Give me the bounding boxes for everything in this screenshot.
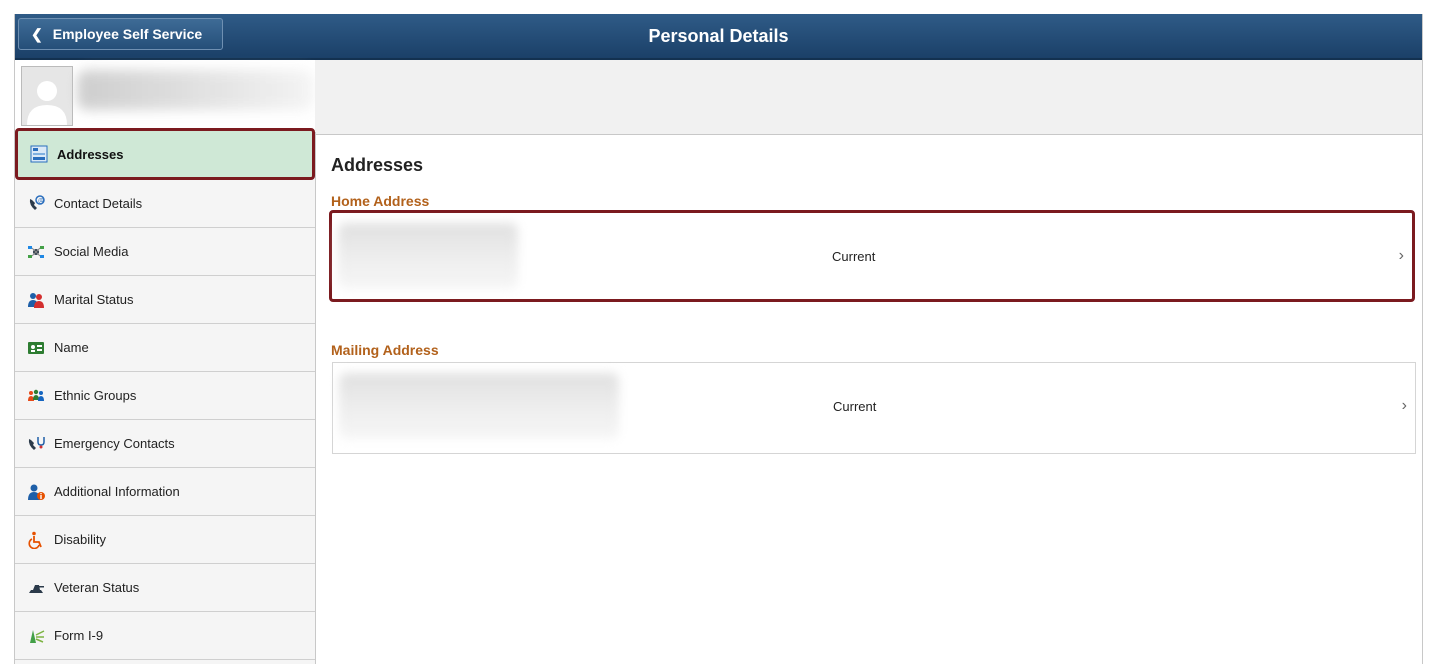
- person-silhouette-icon: [22, 67, 72, 125]
- wheelchair-icon: [26, 530, 46, 550]
- additional-information-icon: [26, 482, 46, 502]
- sidebar-item-label: Marital Status: [54, 292, 134, 307]
- sidebar-item-marital-status[interactable]: Marital Status: [15, 276, 315, 324]
- sidebar-item-label: Social Media: [54, 244, 129, 259]
- svg-text:@: @: [38, 197, 44, 204]
- redacted-employee-name: [77, 70, 313, 110]
- app-frame: Personal Details ❮ Employee Self Service…: [14, 14, 1423, 664]
- contact-details-icon: @: [26, 194, 46, 214]
- sidebar-item-veteran-status[interactable]: Veteran Status: [15, 564, 315, 612]
- sidebar-item-label: Addresses: [57, 146, 124, 162]
- sidebar-item-contact-details[interactable]: @ Contact Details: [15, 180, 315, 228]
- sidebar-item-disability[interactable]: Disability: [15, 516, 315, 564]
- social-media-icon: [26, 242, 46, 262]
- sidebar-item-label: Ethnic Groups: [54, 388, 137, 403]
- name-card-icon: [26, 338, 46, 358]
- form-i9-icon: [26, 626, 46, 646]
- sidebar-item-additional-information[interactable]: Additional Information: [15, 468, 315, 516]
- home-address-label: Home Address: [331, 193, 430, 209]
- sidebar-item-label: Emergency Contacts: [54, 436, 175, 451]
- sidebar-item-addresses[interactable]: Addresses: [15, 128, 315, 180]
- back-button[interactable]: ❮ Employee Self Service: [18, 18, 223, 50]
- back-button-label: Employee Self Service: [52, 26, 203, 42]
- sidebar-item-social-media[interactable]: Social Media: [15, 228, 315, 276]
- redacted-mailing-address: [339, 373, 619, 439]
- emergency-contacts-icon: [26, 434, 46, 454]
- profile-band: [315, 60, 1422, 135]
- sidebar-item-label: Name: [54, 340, 89, 355]
- sidebar-item-name[interactable]: Name: [15, 324, 315, 372]
- home-address-status: Current: [832, 249, 876, 264]
- sidebar-item-label: Veteran Status: [54, 580, 140, 595]
- chevron-right-icon: ›: [1401, 397, 1407, 414]
- home-address-card[interactable]: Current ›: [329, 210, 1415, 302]
- sidebar-item-label: Contact Details: [54, 196, 143, 211]
- mailing-address-card[interactable]: Current ›: [332, 362, 1416, 454]
- profile-area: [15, 60, 315, 134]
- avatar: [21, 66, 73, 126]
- sidebar: Addresses @ Contact Details Social Media…: [15, 128, 316, 664]
- redacted-home-address: [338, 223, 518, 289]
- addresses-icon: [29, 144, 49, 164]
- veteran-status-icon: [26, 578, 46, 598]
- mailing-address-label: Mailing Address: [331, 342, 439, 358]
- ethnic-groups-icon: [26, 386, 46, 406]
- sidebar-item-ethnic-groups[interactable]: Ethnic Groups: [15, 372, 315, 420]
- sidebar-item-label: Disability: [54, 532, 107, 547]
- sidebar-item-emergency-contacts[interactable]: Emergency Contacts: [15, 420, 315, 468]
- top-banner: Personal Details ❮ Employee Self Service: [15, 14, 1422, 60]
- sidebar-item-label: Form I-9: [54, 628, 104, 643]
- marital-status-icon: [26, 290, 46, 310]
- chevron-right-icon: ›: [1398, 247, 1404, 264]
- page-title: Personal Details: [648, 26, 789, 46]
- sidebar-item-form-i9[interactable]: Form I-9: [15, 612, 315, 660]
- chevron-left-icon: ❮: [31, 25, 43, 42]
- section-title: Addresses: [331, 155, 424, 175]
- sidebar-item-label: Additional Information: [54, 484, 180, 499]
- mailing-address-status: Current: [833, 399, 877, 414]
